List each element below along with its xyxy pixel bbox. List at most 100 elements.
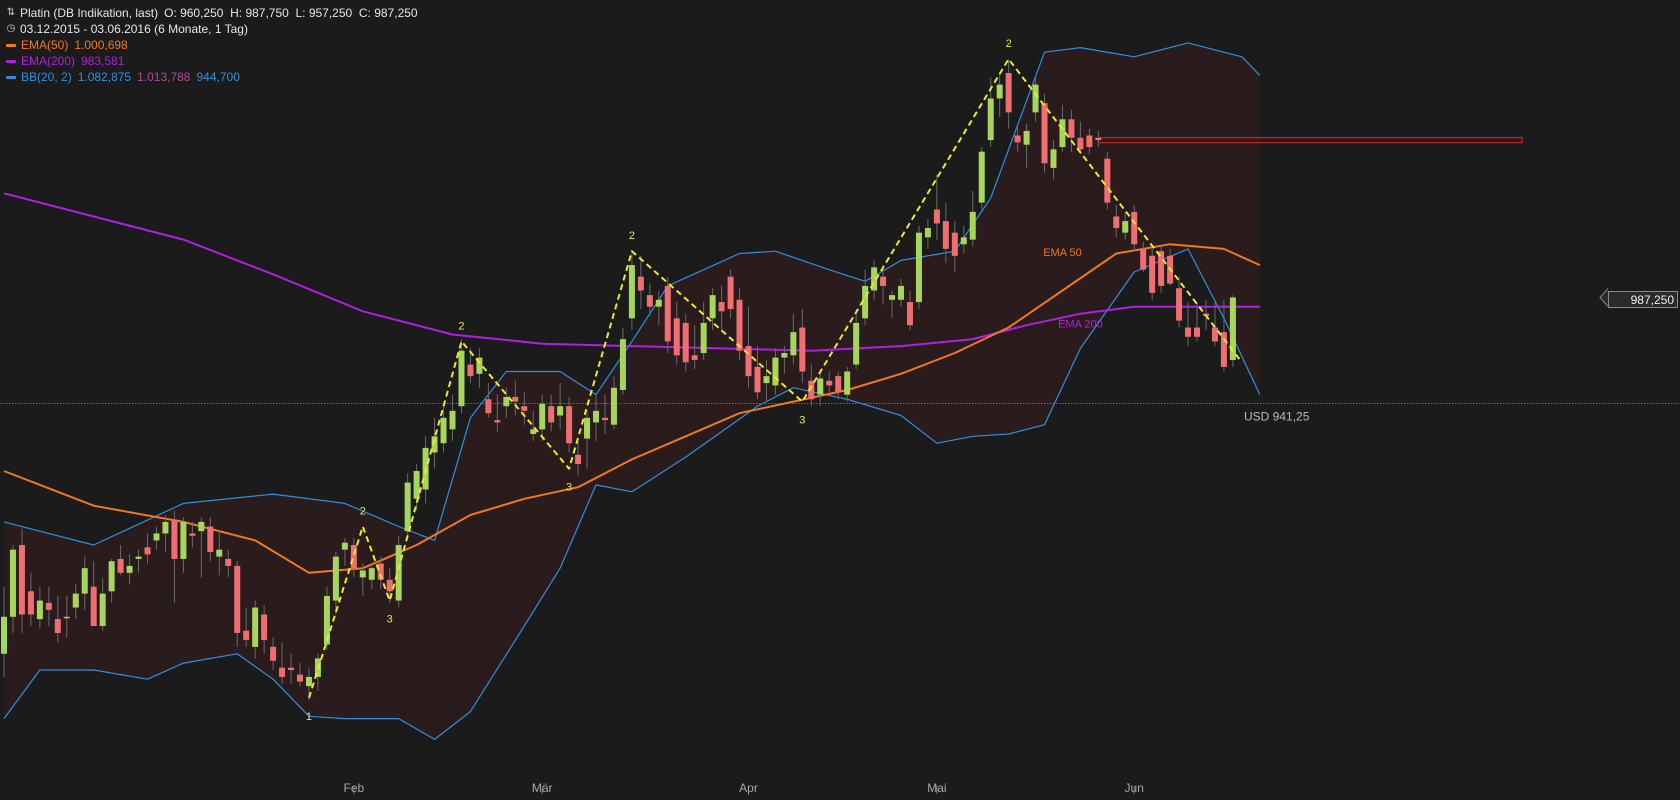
candle-up[interactable] <box>9 549 16 617</box>
candle-down[interactable] <box>1131 211 1138 245</box>
candle-up[interactable] <box>996 84 1003 99</box>
candle-down[interactable] <box>1149 255 1156 293</box>
candle-down[interactable] <box>1041 103 1048 164</box>
candle-down[interactable] <box>942 221 949 249</box>
candle-up[interactable] <box>898 285 904 300</box>
candle-down[interactable] <box>637 276 644 291</box>
candle-up[interactable] <box>305 676 312 687</box>
candle-down[interactable] <box>1113 216 1120 229</box>
candle-up[interactable] <box>449 410 456 430</box>
candle-up[interactable] <box>81 568 88 594</box>
candle-down[interactable] <box>566 406 573 444</box>
candle-down[interactable] <box>1005 73 1012 113</box>
candle-up[interactable] <box>772 357 779 386</box>
candle-down[interactable] <box>682 322 689 363</box>
candle-down[interactable] <box>727 276 734 310</box>
candle-down[interactable] <box>745 346 752 377</box>
candle-down[interactable] <box>521 406 528 411</box>
candle-up[interactable] <box>359 570 366 578</box>
ema50-legend-name[interactable]: EMA(50) <box>21 37 68 53</box>
candle-down[interactable] <box>27 591 34 615</box>
candle-down[interactable] <box>1220 332 1227 367</box>
candle-up[interactable] <box>99 593 106 627</box>
candle-down[interactable] <box>548 406 555 423</box>
candle-up[interactable] <box>216 549 223 557</box>
price-chart[interactable]: 12323232EMA 50EMA 200USD 941,25775,00080… <box>0 0 1680 800</box>
candle-up[interactable] <box>619 339 626 391</box>
candle-up[interactable] <box>1050 149 1057 168</box>
ema200-legend-name[interactable]: EMA(200) <box>21 53 75 69</box>
candle-down[interactable] <box>691 355 698 360</box>
candle-up[interactable] <box>126 565 133 573</box>
candle-up[interactable] <box>198 521 205 532</box>
candle-up[interactable] <box>395 545 402 601</box>
candle-down[interactable] <box>601 417 608 421</box>
candle-up[interactable] <box>987 98 994 141</box>
candle-down[interactable] <box>350 545 357 569</box>
candle-down[interactable] <box>1140 248 1147 270</box>
candle-up[interactable] <box>969 211 976 240</box>
candle-down[interactable] <box>754 366 761 393</box>
candle-down[interactable] <box>906 302 913 326</box>
candle-down[interactable] <box>664 285 671 342</box>
candle-down[interactable] <box>54 619 61 633</box>
candle-up[interactable] <box>108 561 115 592</box>
candle-down[interactable] <box>270 646 277 661</box>
candle-down[interactable] <box>1194 327 1201 337</box>
candle-up[interactable] <box>404 482 411 532</box>
candle-down[interactable] <box>288 667 295 670</box>
candle-down[interactable] <box>1095 137 1102 141</box>
candle-down[interactable] <box>386 579 393 592</box>
candle-up[interactable] <box>153 533 160 541</box>
candle-down[interactable] <box>1104 158 1111 203</box>
candle-down[interactable] <box>673 318 680 356</box>
candle-up[interactable] <box>889 295 896 300</box>
candle-down[interactable] <box>117 558 124 573</box>
candle-up[interactable] <box>781 352 788 358</box>
candle-up[interactable] <box>162 521 169 534</box>
candle-down[interactable] <box>1211 327 1218 342</box>
candle-up[interactable] <box>36 600 43 620</box>
candle-up[interactable] <box>915 232 922 303</box>
candle-down[interactable] <box>835 376 842 393</box>
candle-up[interactable] <box>628 265 635 319</box>
candle-up[interactable] <box>341 542 348 550</box>
candle-down[interactable] <box>494 420 501 423</box>
candle-down[interactable] <box>189 533 196 536</box>
candle-down[interactable] <box>485 399 492 414</box>
candle-up[interactable] <box>1 616 7 654</box>
candle-up[interactable] <box>180 521 187 559</box>
candle-up[interactable] <box>1122 221 1129 233</box>
candle-down[interactable] <box>880 276 887 286</box>
candle-down[interactable] <box>261 614 268 640</box>
candle-up[interactable] <box>700 322 707 353</box>
candle-down[interactable] <box>951 232 958 256</box>
candle-down[interactable] <box>718 302 725 312</box>
bb-legend-name[interactable]: BB(20, 2) <box>21 69 72 85</box>
candle-up[interactable] <box>458 350 465 407</box>
candle-down[interactable] <box>799 327 806 372</box>
candle-up[interactable] <box>135 556 142 559</box>
candle-up[interactable] <box>413 471 420 499</box>
candle-down[interactable] <box>45 602 52 610</box>
candle-up[interactable] <box>63 616 70 619</box>
candle-down[interactable] <box>279 667 286 677</box>
candle-up[interactable] <box>557 406 564 416</box>
candle-down[interactable] <box>297 674 304 682</box>
candle-down[interactable] <box>225 558 232 566</box>
candle-down[interactable] <box>512 396 519 402</box>
candle-up[interactable] <box>593 410 600 423</box>
candle-down[interactable] <box>646 295 653 307</box>
candle-down[interactable] <box>467 364 474 377</box>
candle-up[interactable] <box>1032 84 1039 113</box>
candle-up[interactable] <box>709 295 716 319</box>
candle-down[interactable] <box>1086 135 1093 148</box>
candle-down[interactable] <box>90 586 97 627</box>
candle-down[interactable] <box>1158 251 1165 286</box>
candle-down[interactable] <box>144 547 151 555</box>
candle-up[interactable] <box>1023 130 1030 145</box>
candle-up[interactable] <box>763 376 770 384</box>
candle-up[interactable] <box>332 556 339 601</box>
candle-down[interactable] <box>826 380 833 386</box>
candle-up[interactable] <box>978 151 985 203</box>
